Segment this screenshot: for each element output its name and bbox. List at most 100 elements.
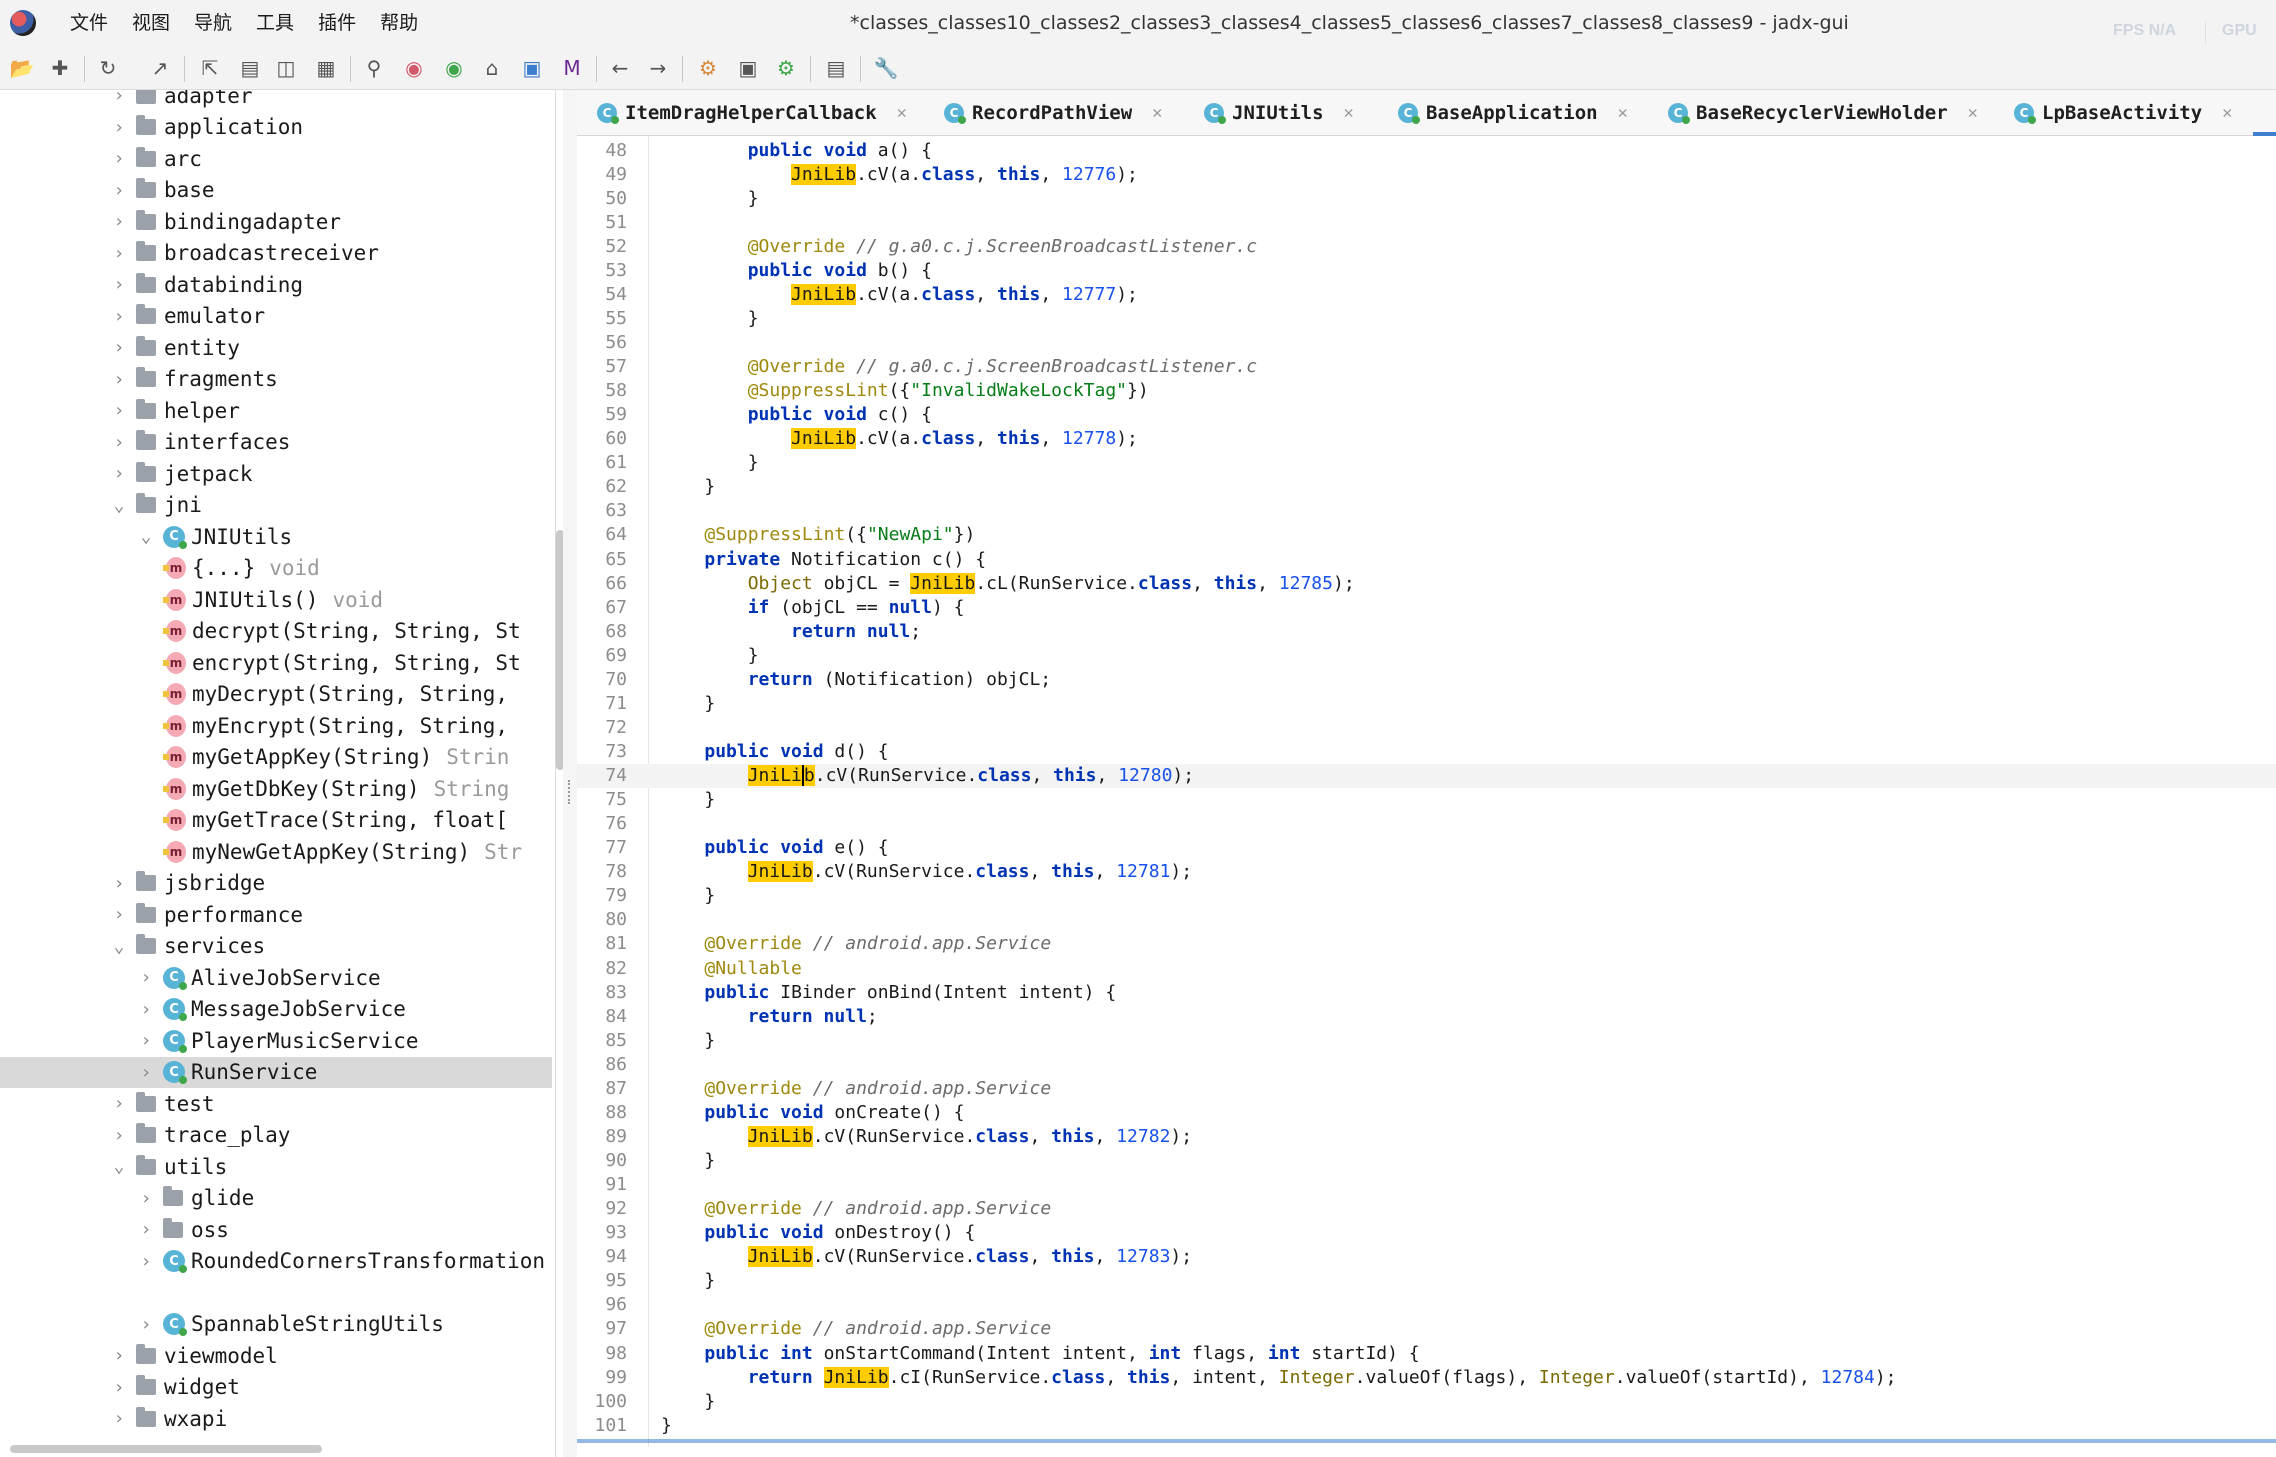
splitter-grip[interactable] xyxy=(568,780,572,804)
tree-package-node[interactable]: › databinding xyxy=(0,269,552,301)
code-line[interactable]: 75 } xyxy=(577,788,2276,812)
chevron-right-icon[interactable]: › xyxy=(112,432,126,453)
chevron-right-icon[interactable]: › xyxy=(139,999,153,1020)
quark-icon[interactable]: ▣ xyxy=(734,54,762,82)
code-line[interactable]: 100 } xyxy=(577,1389,2276,1413)
chevron-right-icon[interactable]: › xyxy=(112,337,126,358)
tree-package-node[interactable]: › broadcastreceiver xyxy=(0,238,552,270)
code-line[interactable]: 61 } xyxy=(577,451,2276,475)
chevron-right-icon[interactable]: › xyxy=(112,904,126,925)
tree-class-node[interactable]: › C PlayerMusicService xyxy=(0,1025,552,1057)
code-line[interactable]: 77 public void e() { xyxy=(577,836,2276,860)
code-line[interactable]: 79 } xyxy=(577,884,2276,908)
tree-package-node[interactable]: › fragments xyxy=(0,364,552,396)
code-line[interactable]: 67 if (objCL == null) { xyxy=(577,595,2276,619)
chevron-right-icon[interactable]: › xyxy=(112,117,126,138)
code-line[interactable]: 56 xyxy=(577,330,2276,354)
tree-method-node[interactable]: m JNIUtils() void xyxy=(0,584,552,616)
code-line[interactable]: 65 private Notification c() { xyxy=(577,547,2276,571)
open-file-icon[interactable]: 📂 xyxy=(8,54,36,82)
code-line[interactable]: 76 xyxy=(577,812,2276,836)
code-line[interactable]: 72 xyxy=(577,715,2276,739)
code-line[interactable]: 92 @Override // android.app.Service xyxy=(577,1197,2276,1221)
close-icon[interactable]: ✕ xyxy=(1618,103,1628,123)
tree-class-node[interactable]: › C RunService xyxy=(0,1056,552,1088)
code-line[interactable]: 94 JniLib.cV(RunService.class, this, 127… xyxy=(577,1245,2276,1269)
code-line[interactable]: 63 xyxy=(577,499,2276,523)
tree-method-node[interactable]: m myNewGetAppKey(String) Str xyxy=(0,836,552,868)
chevron-down-icon[interactable]: ⌄ xyxy=(139,526,153,547)
deobfuscation-icon[interactable]: ▣ xyxy=(518,54,546,82)
add-files-icon[interactable]: ✚ xyxy=(46,54,74,82)
close-icon[interactable]: ✕ xyxy=(1968,103,1978,123)
tree-package-node[interactable]: › bindingadapter xyxy=(0,206,552,238)
mapping-icon[interactable]: M xyxy=(558,54,586,82)
editor-tab[interactable]: C LpBaseActivity ✕ xyxy=(2014,90,2232,136)
tree-method-node[interactable]: m encrypt(String, String, St xyxy=(0,647,552,679)
editor-tab[interactable]: C ItemDragHelperCallback ✕ xyxy=(597,90,907,136)
home-icon[interactable]: ⌂ xyxy=(478,54,506,82)
chevron-right-icon[interactable]: › xyxy=(112,400,126,421)
tree-package-node[interactable]: › trace_play xyxy=(0,1120,552,1152)
code-line[interactable]: 50 } xyxy=(577,186,2276,210)
code-line[interactable]: 88 public void onCreate() { xyxy=(577,1100,2276,1124)
code-line[interactable]: 66 Object objCL = JniLib.cL(RunService.c… xyxy=(577,571,2276,595)
menu-plugins[interactable]: 插件 xyxy=(306,0,368,46)
tree-package-node[interactable]: ⌄ utils xyxy=(0,1151,552,1183)
close-icon[interactable]: ✕ xyxy=(1152,103,1162,123)
tree-method-node[interactable]: m myGetTrace(String, float[ xyxy=(0,805,552,837)
tree-package-node[interactable]: › application xyxy=(0,112,552,144)
editor-tab[interactable]: C RecordPathView ✕ xyxy=(944,90,1162,136)
chevron-right-icon[interactable]: › xyxy=(139,1251,153,1272)
tree-method-node[interactable]: m myGetDbKey(String) String xyxy=(0,773,552,805)
tree-class-node[interactable]: ⌄ C JNIUtils xyxy=(0,521,552,553)
split-view-icon[interactable]: ◫ xyxy=(272,54,300,82)
tree-package-node[interactable]: › jetpack xyxy=(0,458,552,490)
code-line[interactable]: 80 xyxy=(577,908,2276,932)
tree-method-node[interactable]: m myGetAppKey(String) Strin xyxy=(0,742,552,774)
code-line[interactable]: 48 public void a() { xyxy=(577,138,2276,162)
chevron-right-icon[interactable]: › xyxy=(139,1030,153,1051)
log-icon[interactable]: ▤ xyxy=(822,54,850,82)
code-line[interactable]: 97 @Override // android.app.Service xyxy=(577,1317,2276,1341)
tree-horizontal-scrollbar[interactable] xyxy=(10,1445,322,1453)
code-line[interactable]: 62 } xyxy=(577,475,2276,499)
code-line[interactable]: 87 @Override // android.app.Service xyxy=(577,1076,2276,1100)
find-class-icon[interactable]: ◉ xyxy=(400,54,428,82)
chevron-right-icon[interactable]: › xyxy=(112,1377,126,1398)
code-line[interactable]: 84 return null; xyxy=(577,1004,2276,1028)
code-line[interactable]: 52 @Override // g.a0.c.j.ScreenBroadcast… xyxy=(577,234,2276,258)
sync-tree-icon[interactable]: ⇱ xyxy=(196,54,224,82)
editor-tab[interactable]: C BaseRecyclerViewHolder ✕ xyxy=(1668,90,1978,136)
chevron-right-icon[interactable]: › xyxy=(112,369,126,390)
code-line[interactable]: 99 return JniLib.cI(RunService.class, th… xyxy=(577,1365,2276,1389)
chevron-right-icon[interactable]: › xyxy=(112,1408,126,1429)
tree-method-node[interactable]: m decrypt(String, String, St xyxy=(0,616,552,648)
code-line[interactable]: 60 JniLib.cV(a.class, this, 12778); xyxy=(577,427,2276,451)
tree-class-node[interactable]: › C MessageJobService xyxy=(0,994,552,1026)
code-line[interactable]: 81 @Override // android.app.Service xyxy=(577,932,2276,956)
export-icon[interactable]: ↗ xyxy=(146,54,174,82)
decompile-all-icon[interactable]: ⚙ xyxy=(694,54,722,82)
menu-tools[interactable]: 工具 xyxy=(244,0,306,46)
chevron-right-icon[interactable]: › xyxy=(112,180,126,201)
tree-class-node[interactable]: › C AliveJobService xyxy=(0,962,552,994)
chevron-right-icon[interactable]: › xyxy=(139,1188,153,1209)
chevron-down-icon[interactable]: ⌄ xyxy=(112,1156,126,1177)
code-line[interactable]: 89 JniLib.cV(RunService.class, this, 127… xyxy=(577,1124,2276,1148)
tree-package-node[interactable]: › glide xyxy=(0,1183,552,1215)
tree-package-node[interactable]: › helper xyxy=(0,395,552,427)
tree-package-node[interactable]: › entity xyxy=(0,332,552,364)
table-view-icon[interactable]: ▦ xyxy=(312,54,340,82)
code-line[interactable]: 58 @SuppressLint({"InvalidWakeLockTag"}) xyxy=(577,379,2276,403)
tree-package-node[interactable]: › interfaces xyxy=(0,427,552,459)
tree-package-node[interactable]: › oss xyxy=(0,1214,552,1246)
menu-help[interactable]: 帮助 xyxy=(368,0,430,46)
code-line[interactable]: 70 return (Notification) objCL; xyxy=(577,667,2276,691)
tree-class-node[interactable]: › C SpannableStringUtils xyxy=(0,1309,552,1341)
tree-package-node[interactable]: › performance xyxy=(0,899,552,931)
code-line[interactable]: 59 public void c() { xyxy=(577,403,2276,427)
chevron-right-icon[interactable]: › xyxy=(112,306,126,327)
code-line[interactable]: 82 @Nullable xyxy=(577,956,2276,980)
chevron-right-icon[interactable]: › xyxy=(112,148,126,169)
